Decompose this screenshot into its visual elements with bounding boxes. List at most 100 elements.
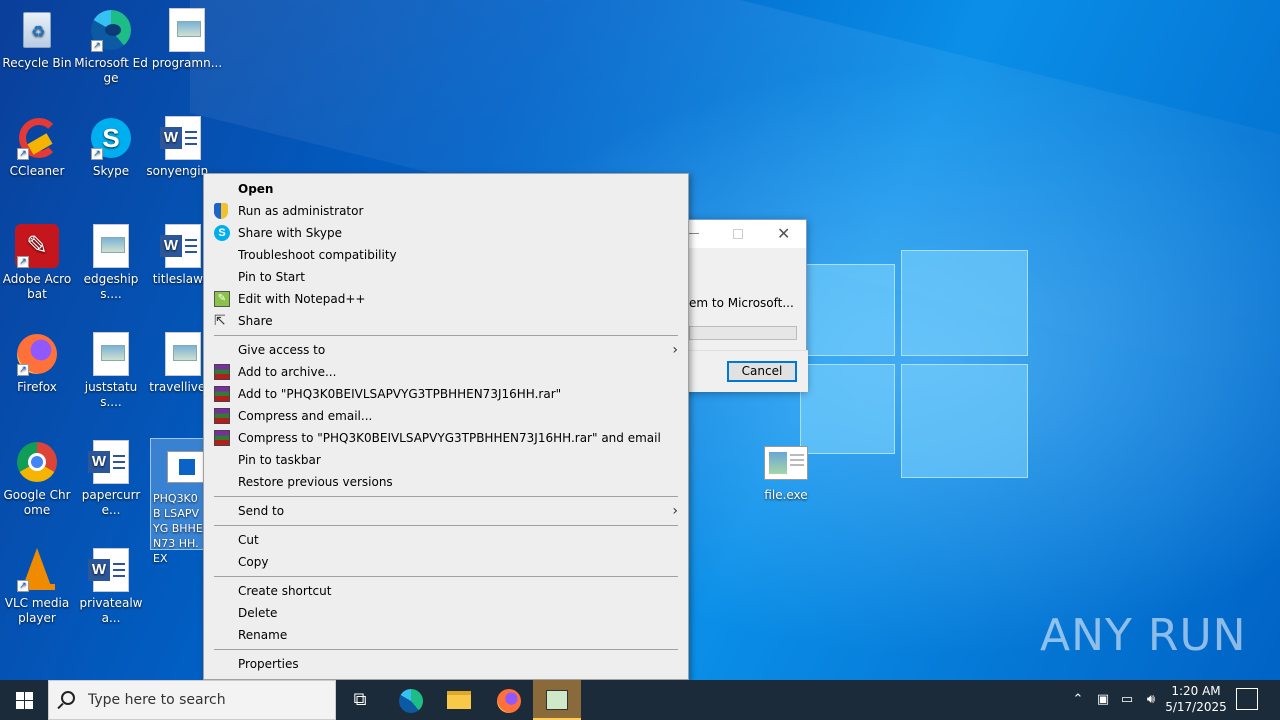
cancel-button[interactable]: Cancel: [727, 361, 797, 382]
menu-item-restore-versions[interactable]: Restore previous versions: [204, 471, 688, 493]
word-document-icon: W: [160, 224, 205, 268]
exe-file-icon: [764, 440, 808, 484]
menu-item-create-shortcut[interactable]: Create shortcut: [204, 580, 688, 602]
search-placeholder: Type here to search: [88, 692, 226, 708]
minimize-icon[interactable]: [689, 233, 699, 234]
word-document-icon: W: [88, 440, 133, 484]
menu-item-pin-to-taskbar[interactable]: Pin to taskbar: [204, 449, 688, 471]
chrome-icon: [15, 440, 59, 484]
winrar-icon: [214, 430, 230, 446]
clock-time: 1:20 AM: [1171, 684, 1221, 698]
recycle-bin-icon: ♻: [15, 8, 59, 52]
windows-logo-wallpaper: [800, 240, 1030, 480]
desktop-icon-privatealwa[interactable]: W privatealwa...: [74, 548, 148, 626]
app-window-icon: [546, 690, 568, 710]
word-document-icon: W: [160, 116, 205, 160]
taskbar-edge-button[interactable]: [386, 680, 434, 720]
menu-item-cut[interactable]: Cut: [204, 529, 688, 551]
menu-item-compress-to-rar-email[interactable]: Compress to "PHQ3K0BEIVLSAPVYG3TPBHHEN73…: [204, 427, 688, 449]
menu-item-copy[interactable]: Copy: [204, 551, 688, 573]
winrar-icon: [214, 408, 230, 424]
word-document-icon: W: [88, 548, 133, 592]
menu-item-rename[interactable]: Rename: [204, 624, 688, 646]
taskbar: Type here to search ⧉ ⌃ ▣ ▭ 🔊︎ 1:20 AM 5…: [0, 680, 1280, 720]
menu-item-give-access[interactable]: Give access to ›: [204, 339, 688, 361]
desktop-icon-firefox[interactable]: ↗ Firefox: [0, 332, 74, 395]
desktop-icon-juststatus[interactable]: juststatus....: [74, 332, 148, 410]
windows-start-icon: [16, 692, 24, 700]
exe-file-icon: [167, 447, 207, 487]
menu-separator: [214, 525, 678, 526]
desktop-icon-adobe-acrobat[interactable]: ✎ ↗ Adobe Acrobat: [0, 224, 74, 302]
uac-shield-icon: [214, 203, 230, 219]
menu-item-share-with-skype[interactable]: S Share with Skype: [204, 222, 688, 244]
notepadpp-icon: ✎: [214, 291, 230, 307]
menu-item-share[interactable]: ⇱ Share: [204, 310, 688, 332]
desktop-icon-file-exe[interactable]: file.exe: [749, 440, 823, 503]
winrar-icon: [214, 364, 230, 380]
image-file-icon: [165, 8, 209, 52]
adobe-acrobat-icon: ✎ ↗: [15, 224, 59, 268]
maximize-icon[interactable]: [733, 229, 743, 239]
vlc-cone-icon: ↗: [15, 548, 59, 592]
desktop-icon-ccleaner[interactable]: ↗ CCleaner: [0, 116, 74, 179]
menu-separator: [214, 576, 678, 577]
image-file-icon: [161, 332, 205, 376]
task-view-button[interactable]: ⧉: [336, 680, 384, 720]
search-icon: [61, 691, 75, 705]
menu-item-run-as-admin[interactable]: Run as administrator: [204, 200, 688, 222]
desktop-icon-sonyengin[interactable]: W sonyengin...: [146, 116, 220, 179]
close-icon[interactable]: ✕: [777, 224, 790, 243]
edge-icon: ↗: [89, 8, 133, 52]
skype-icon: S ↗: [89, 116, 133, 160]
start-button[interactable]: [0, 680, 48, 720]
desktop-icon-skype[interactable]: S ↗ Skype: [74, 116, 148, 179]
system-clock[interactable]: 1:20 AM 5/17/2025: [1160, 683, 1232, 715]
desktop-icon-recycle-bin[interactable]: ♻ Recycle Bin: [0, 8, 74, 71]
network-icon[interactable]: ▭: [1116, 680, 1138, 720]
volume-icon[interactable]: 🔊︎: [1140, 680, 1162, 720]
menu-item-add-to-archive[interactable]: Add to archive...: [204, 361, 688, 383]
tray-device-icon[interactable]: ▣: [1092, 680, 1114, 720]
menu-item-troubleshoot[interactable]: Troubleshoot compatibility: [204, 244, 688, 266]
menu-item-send-to[interactable]: Send to ›: [204, 500, 688, 522]
taskbar-search-box[interactable]: Type here to search: [48, 680, 336, 720]
desktop-icon-vlc[interactable]: ↗ VLC media player: [0, 548, 74, 626]
folder-icon: [447, 691, 471, 709]
image-file-icon: [89, 332, 133, 376]
anyrun-watermark: ANY RUN: [1040, 610, 1247, 661]
desktop-icon-selected-exe[interactable]: PHQ3K0B LSAPVYG BHHEN73 HH.EX: [150, 438, 207, 565]
taskbar-firefox-button[interactable]: [484, 680, 532, 720]
menu-item-open[interactable]: Open: [204, 178, 688, 200]
edge-icon: [399, 689, 423, 713]
menu-item-add-to-rar[interactable]: Add to "PHQ3K0BEIVLSAPVYG3TPBHHEN73J16HH…: [204, 383, 688, 405]
taskbar-active-app-button[interactable]: [533, 680, 581, 720]
context-menu: Open Run as administrator S Share with Sk…: [203, 173, 689, 680]
notification-center-icon[interactable]: [1236, 688, 1258, 710]
menu-item-pin-to-start[interactable]: Pin to Start: [204, 266, 688, 288]
share-icon: ⇱: [214, 313, 226, 329]
image-file-icon: [89, 224, 133, 268]
ccleaner-icon: ↗: [15, 116, 59, 160]
dialog-titlebar: ✕: [669, 220, 806, 248]
menu-item-edit-notepadpp[interactable]: ✎ Edit with Notepad++: [204, 288, 688, 310]
menu-item-delete[interactable]: Delete: [204, 602, 688, 624]
submenu-arrow-icon: ›: [672, 503, 678, 519]
menu-separator: [214, 335, 678, 336]
taskbar-file-explorer-button[interactable]: [434, 680, 482, 720]
menu-separator: [214, 649, 678, 650]
winrar-icon: [214, 386, 230, 402]
menu-item-properties[interactable]: Properties: [204, 653, 688, 675]
task-view-icon: ⧉: [353, 689, 367, 710]
desktop-icon-google-chrome[interactable]: Google Chrome: [0, 440, 74, 518]
dialog-message: em to Microsoft...: [689, 296, 794, 310]
desktop-icon-programn[interactable]: programn...: [150, 8, 224, 71]
clock-date: 5/17/2025: [1165, 700, 1227, 714]
tray-overflow-chevron-icon[interactable]: ⌃: [1068, 680, 1088, 720]
desktop-icon-microsoft-edge[interactable]: ↗ Microsoft Edge: [74, 8, 148, 86]
firefox-icon: [497, 689, 521, 713]
dialog-progress-bar: [689, 326, 797, 340]
desktop-icon-edgeships[interactable]: edgeships....: [74, 224, 148, 302]
desktop-icon-papercurre[interactable]: W papercurre...: [74, 440, 148, 518]
menu-item-compress-email[interactable]: Compress and email...: [204, 405, 688, 427]
